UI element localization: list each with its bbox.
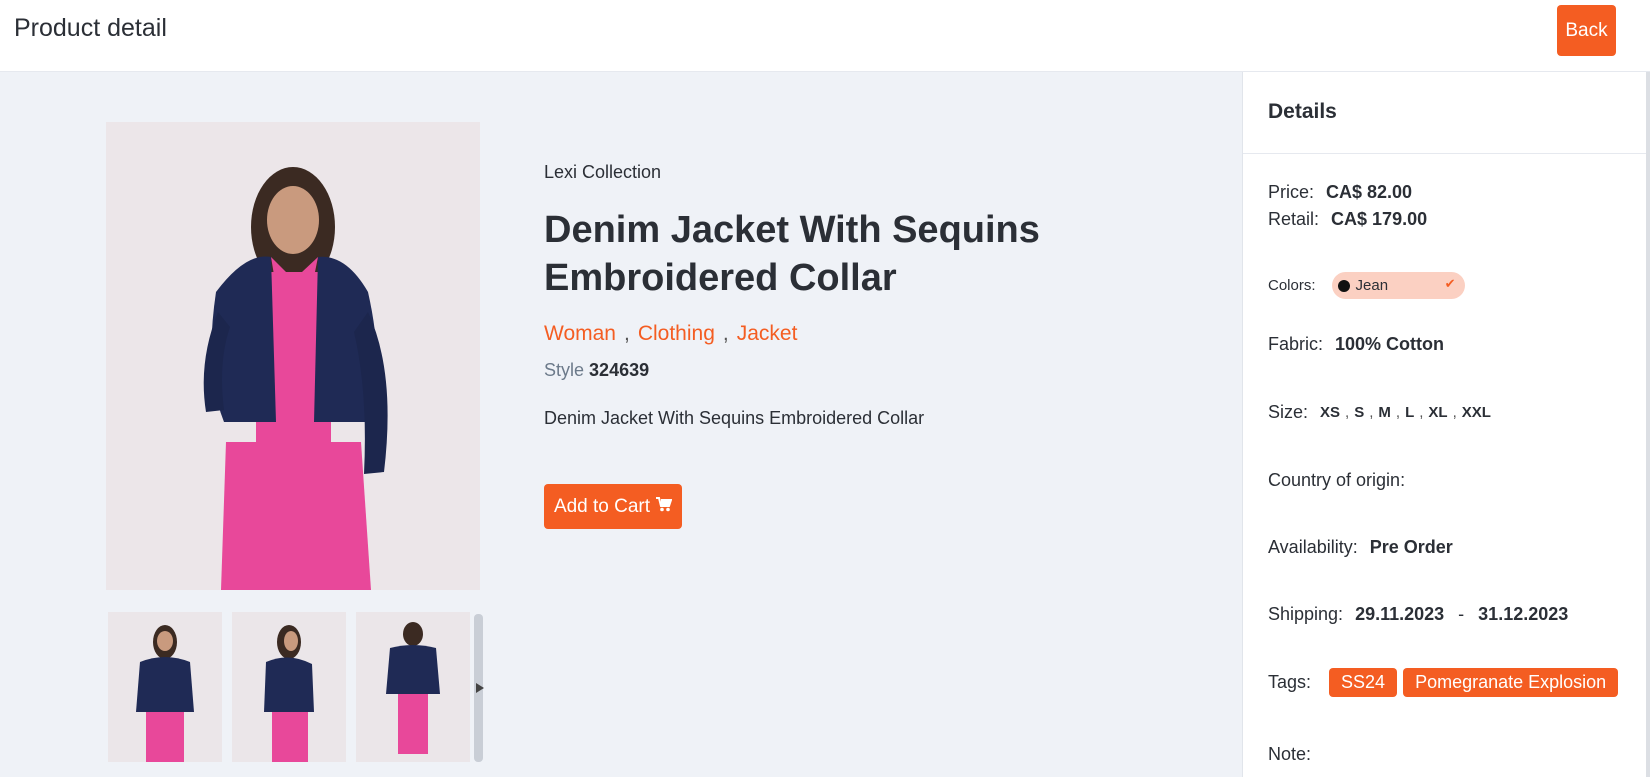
retail-label: Retail: — [1268, 209, 1320, 229]
category-link-woman[interactable]: Woman — [544, 322, 616, 346]
tag-badge[interactable]: SS24 — [1329, 668, 1398, 697]
retail-row: Retail: CA$ 179.00 — [1268, 209, 1427, 230]
details-heading: Details — [1243, 72, 1650, 154]
shipping-to: 31.12.2023 — [1478, 604, 1569, 624]
availability-row: Availability: Pre Order — [1268, 537, 1453, 558]
tags-row: Tags: SS24 Pomegranate Explosion — [1268, 668, 1619, 697]
shipping-separator: - — [1458, 604, 1465, 624]
country-label: Country of origin: — [1268, 470, 1406, 490]
size-separator: , — [1419, 404, 1424, 421]
color-swatch — [1337, 279, 1350, 292]
note-label: Note: — [1268, 744, 1312, 764]
price-label: Price: — [1268, 182, 1315, 202]
shipping-from: 29.11.2023 — [1355, 604, 1445, 624]
size-option[interactable]: XS — [1320, 404, 1340, 421]
country-row: Country of origin: — [1268, 470, 1417, 491]
category-link-jacket[interactable]: Jacket — [737, 322, 798, 346]
add-to-cart-button[interactable]: Add to Cart — [544, 484, 682, 529]
size-separator: , — [1452, 404, 1457, 421]
size-option[interactable]: S — [1354, 404, 1364, 421]
chevron-right-icon[interactable] — [476, 683, 484, 693]
thumbnail-front[interactable] — [108, 612, 222, 762]
fabric-value: 100% Cotton — [1335, 334, 1445, 354]
product-main-image — [106, 122, 480, 590]
size-separator: , — [1395, 404, 1401, 421]
thumbnail-back[interactable] — [356, 612, 470, 762]
retail-value: CA$ 179.00 — [1331, 209, 1428, 229]
size-option[interactable]: XL — [1428, 404, 1447, 421]
category-separator: , — [623, 322, 630, 345]
fabric-row: Fabric: 100% Cotton — [1268, 334, 1444, 355]
shipping-row: Shipping: 29.11.2023 - 31.12.2023 — [1268, 604, 1568, 625]
color-option-jean[interactable]: Jean ✔ — [1331, 272, 1465, 299]
category-separator: , — [722, 322, 729, 345]
category-links: Woman , Clothing , Jacket — [544, 322, 797, 346]
tag-badge[interactable]: Pomegranate Explosion — [1403, 668, 1619, 697]
details-scrollbar[interactable] — [1646, 72, 1650, 777]
shipping-label: Shipping: — [1268, 604, 1344, 624]
size-list: XS, S, M, L, XL, XXL — [1320, 404, 1491, 421]
availability-value: Pre Order — [1369, 537, 1453, 557]
size-label: Size: — [1268, 402, 1309, 422]
style-label: Style — [544, 360, 585, 380]
check-icon: ✔ — [1444, 276, 1456, 291]
note-row: Note: — [1268, 744, 1323, 765]
colors-label: Colors: — [1268, 277, 1316, 294]
details-panel: Details Price: CA$ 82.00 Retail: CA$ 179… — [1242, 72, 1650, 777]
add-to-cart-label: Add to Cart — [553, 495, 651, 517]
price-row: Price: CA$ 82.00 — [1268, 182, 1412, 203]
colors-row: Colors: Jean ✔ — [1268, 272, 1465, 299]
cart-icon — [656, 496, 673, 518]
size-option[interactable]: L — [1405, 404, 1414, 421]
back-button[interactable]: Back — [1557, 5, 1616, 56]
price-value: CA$ 82.00 — [1326, 182, 1413, 202]
size-option[interactable]: M — [1378, 404, 1391, 421]
size-separator: , — [1369, 404, 1374, 421]
product-description: Denim Jacket With Sequins Embroidered Co… — [544, 408, 925, 428]
tags-label: Tags: — [1268, 672, 1312, 692]
category-link-clothing[interactable]: Clothing — [638, 322, 715, 346]
style-number: Style 324639 — [544, 360, 649, 381]
thumbnail-side[interactable] — [232, 612, 346, 762]
availability-label: Availability: — [1268, 537, 1358, 557]
product-title: Denim Jacket With Sequins Embroidered Co… — [544, 209, 1040, 299]
size-row: Size: XS, S, M, L, XL, XXL — [1268, 402, 1491, 423]
size-separator: , — [1345, 404, 1350, 421]
top-bar: Product detail Back — [0, 0, 1650, 72]
style-value: 324639 — [589, 360, 650, 380]
collection-name: Lexi Collection — [544, 162, 662, 182]
page-title: Product detail — [14, 14, 167, 42]
size-option[interactable]: XXL — [1462, 404, 1491, 421]
color-name: Jean — [1355, 277, 1389, 294]
fabric-label: Fabric: — [1268, 334, 1324, 354]
